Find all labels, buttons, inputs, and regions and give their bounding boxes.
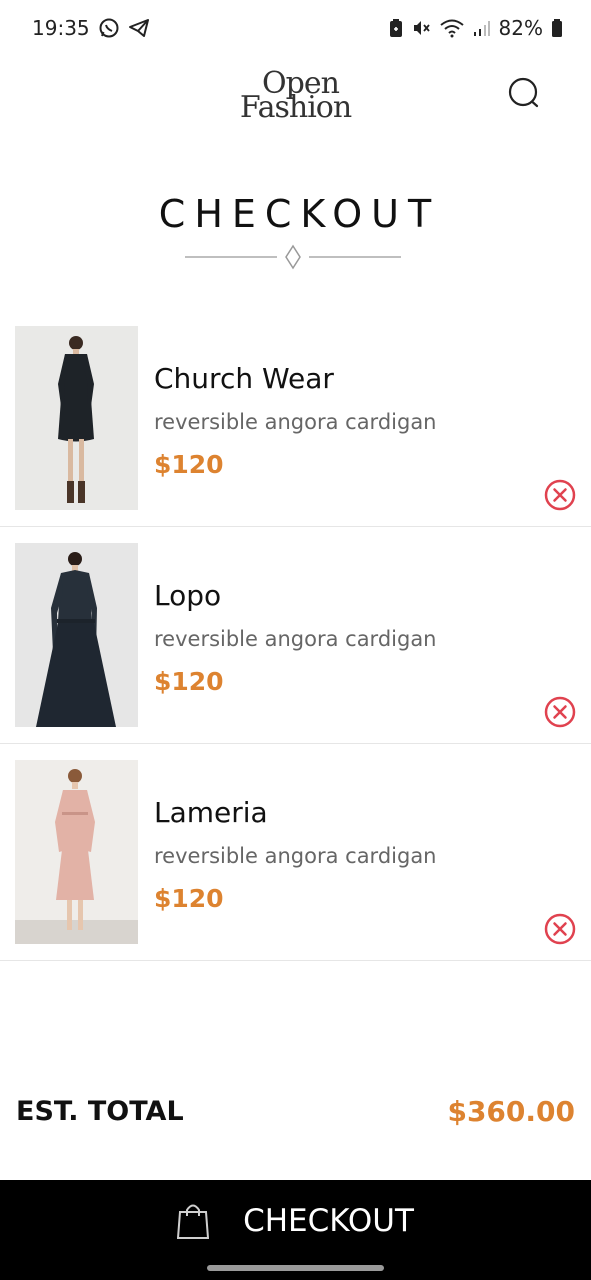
product-image[interactable]	[15, 543, 138, 727]
remove-item-button[interactable]	[543, 695, 577, 729]
cart-list: Church Wear reversible angora cardigan $…	[0, 310, 591, 961]
item-price: $120	[154, 667, 224, 696]
battery-percent: 82%	[498, 16, 543, 40]
est-total-row: EST. TOTAL $360.00	[16, 1095, 575, 1128]
checkout-label: CHECKOUT	[243, 1203, 414, 1239]
total-value: $360.00	[447, 1095, 575, 1128]
remove-icon	[544, 696, 576, 728]
status-right: 82%	[389, 16, 563, 40]
search-button[interactable]	[505, 74, 545, 114]
shopping-bag-icon	[177, 1204, 210, 1239]
remove-icon	[544, 913, 576, 945]
item-name: Lopo	[154, 579, 222, 612]
item-price: $120	[154, 450, 224, 479]
remove-item-button[interactable]	[543, 478, 577, 512]
signal-icon	[473, 19, 491, 37]
item-name: Church Wear	[154, 362, 334, 395]
remove-icon	[544, 479, 576, 511]
status-left: 19:35	[32, 16, 150, 40]
app-header: Open Fashion	[0, 60, 591, 140]
item-description: reversible angora cardigan	[154, 627, 437, 651]
cart-item[interactable]: Church Wear reversible angora cardigan $…	[0, 310, 591, 527]
telegram-icon	[128, 17, 150, 39]
item-price: $120	[154, 884, 224, 913]
logo-line-2: Fashion	[239, 90, 352, 125]
product-image[interactable]	[15, 760, 138, 944]
product-image[interactable]	[15, 326, 138, 510]
whatsapp-icon	[98, 17, 120, 39]
remove-item-button[interactable]	[543, 912, 577, 946]
item-description: reversible angora cardigan	[154, 844, 437, 868]
mute-icon	[411, 18, 431, 38]
status-bar: 19:35 82%	[0, 0, 591, 56]
battery-icon	[551, 18, 563, 38]
title-divider	[185, 244, 401, 272]
open-fashion-logo[interactable]: Open Fashion	[239, 69, 352, 125]
item-description: reversible angora cardigan	[154, 410, 437, 434]
total-label: EST. TOTAL	[16, 1096, 184, 1127]
checkout-button-content: CHECKOUT	[177, 1202, 414, 1240]
wifi-icon	[439, 18, 465, 38]
cart-item[interactable]: Lopo reversible angora cardigan $120	[0, 527, 591, 744]
status-time: 19:35	[32, 16, 90, 40]
item-name: Lameria	[154, 796, 268, 829]
battery-saver-icon	[389, 18, 403, 38]
home-indicator[interactable]	[207, 1265, 384, 1271]
cart-item[interactable]: Lameria reversible angora cardigan $120	[0, 744, 591, 961]
search-icon	[508, 77, 539, 108]
page-title: CHECKOUT	[158, 192, 441, 236]
